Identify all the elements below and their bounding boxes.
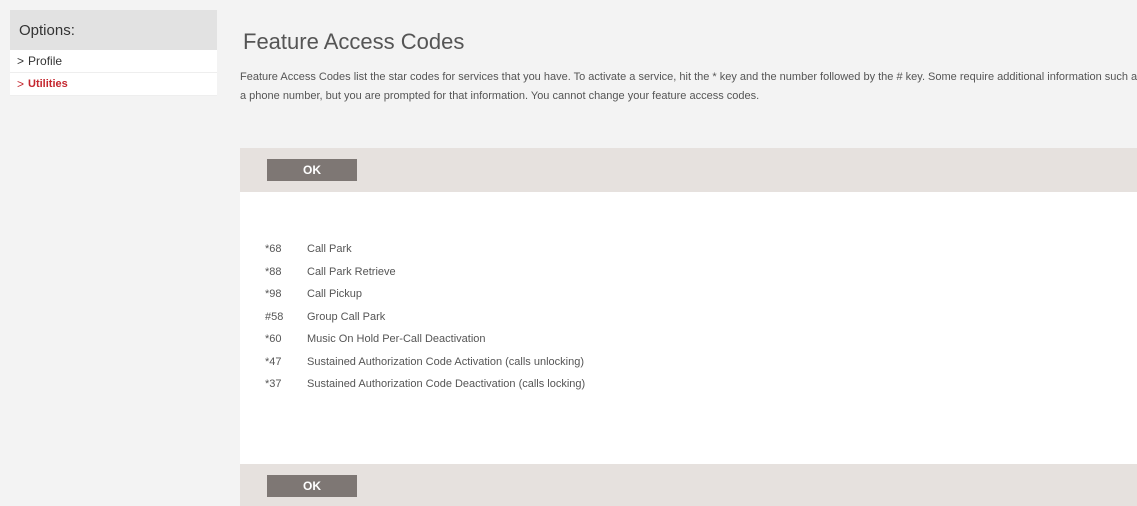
list-item: #58 Group Call Park [265,306,585,329]
sidebar-item-utilities[interactable]: > Utilities [10,73,217,96]
main-content: Feature Access Codes Feature Access Code… [238,10,1137,506]
feature-code-list: *68 Call Park *88 Call Park Retrieve *98… [265,238,585,396]
list-item: *47 Sustained Authorization Code Activat… [265,351,585,374]
feature-name: Call Park [307,243,352,256]
options-sidebar: Options: > Profile > Utilities [10,10,217,96]
list-item: *98 Call Pickup [265,283,585,306]
feature-name: Call Park Retrieve [307,265,396,278]
ok-button-bottom[interactable]: OK [267,475,357,497]
feature-name: Call Pickup [307,288,363,301]
feature-code: *98 [265,288,282,301]
list-item: *88 Call Park Retrieve [265,261,585,284]
sidebar-item-profile[interactable]: > Profile [10,50,217,73]
page-title: Feature Access Codes [243,29,465,54]
feature-code: *88 [265,265,282,278]
list-item: *68 Call Park [265,238,585,261]
feature-name: Sustained Authorization Code Deactivatio… [307,378,586,391]
ok-button-top[interactable]: OK [267,159,357,181]
feature-name: Group Call Park [307,310,386,323]
page-description: Feature Access Codes list the star codes… [240,71,1137,102]
list-item: *60 Music On Hold Per-Call Deactivation [265,328,585,351]
feature-code: *68 [265,243,282,256]
top-action-bar: OK [240,148,1137,192]
chevron-right-icon: > [17,77,25,91]
codes-panel: *68 Call Park *88 Call Park Retrieve *98… [240,192,1137,464]
list-item: *37 Sustained Authorization Code Deactiv… [265,373,585,396]
feature-code: *60 [265,333,282,346]
feature-name: Music On Hold Per-Call Deactivation [307,333,486,346]
bottom-action-bar: OK [240,464,1137,506]
sidebar-item-label: Profile [28,54,63,68]
feature-code: *47 [265,355,282,368]
feature-code: *37 [265,378,282,391]
feature-code: #58 [265,310,284,323]
sidebar-item-label: Utilities [28,78,68,90]
sidebar-header: Options: [10,10,217,50]
feature-name: Sustained Authorization Code Activation … [307,355,584,368]
chevron-right-icon: > [17,54,25,68]
